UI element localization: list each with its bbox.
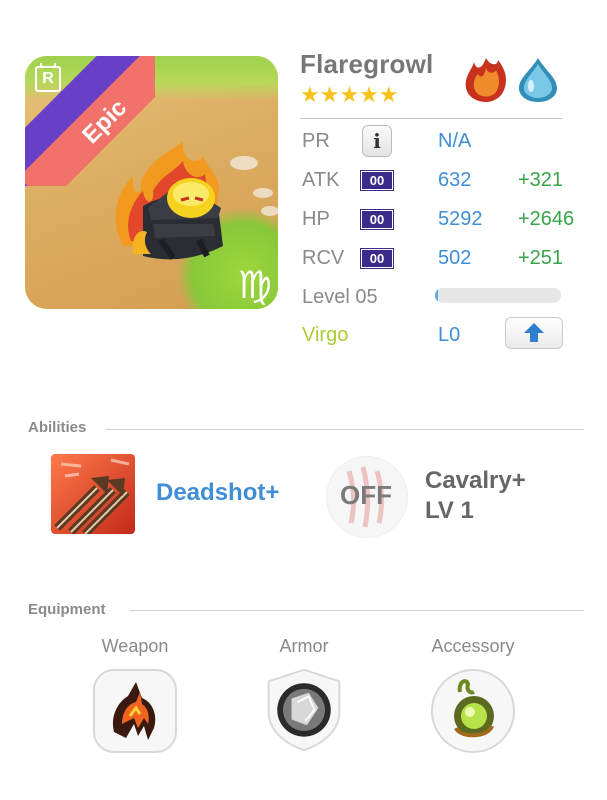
zodiac-level-value: L0	[438, 324, 461, 346]
rock	[253, 188, 273, 198]
rcv-label: RCV	[302, 247, 345, 269]
water-element-icon	[519, 58, 557, 102]
abilities-divider	[106, 429, 584, 430]
atk-label: ATK	[302, 169, 340, 191]
rarity-ribbon: Epic R	[25, 56, 155, 186]
atk-bonus: +321	[518, 169, 564, 191]
level-progress-bar	[435, 288, 561, 303]
armor-slot[interactable]	[261, 666, 347, 752]
accessory-slot[interactable]	[430, 668, 516, 754]
creature-portrait[interactable]: Epic R ♍	[25, 56, 278, 309]
level-label: Level 05	[302, 286, 378, 308]
abilities-title: Abilities	[28, 419, 87, 436]
cavalry-status-off: OFF	[340, 480, 392, 510]
pr-value: N/A	[438, 130, 472, 152]
armor-label: Armor	[279, 636, 329, 656]
crystal-shield-icon	[277, 683, 331, 737]
rock	[261, 206, 278, 216]
hp-label: HP	[302, 208, 330, 230]
star-rating: ★★★★★	[300, 82, 399, 107]
hp-value: 5292	[438, 208, 483, 230]
deadshot-ability-icon[interactable]	[51, 454, 135, 534]
weapon-label: Weapon	[101, 636, 169, 656]
header-divider	[300, 118, 562, 119]
zodiac-upgrade-button[interactable]	[505, 317, 563, 349]
rcv-value: 502	[438, 247, 472, 269]
equipment-divider	[130, 610, 584, 611]
equipment-title: Equipment	[28, 601, 106, 618]
cavalry-name-line: Cavalry+	[425, 467, 526, 494]
fire-element-icon	[465, 58, 506, 102]
deadshot-ability-name: Deadshot+	[156, 479, 280, 506]
level-progress-fill	[435, 288, 438, 303]
virgo-symbol-icon: ♍	[237, 265, 272, 307]
pr-label: PR	[302, 130, 330, 152]
hp-bonus: +2646	[518, 208, 575, 230]
pr-info-button[interactable]: i	[362, 125, 392, 157]
arrow-up-icon	[524, 323, 544, 342]
deadshot-arrows-icon	[51, 454, 135, 534]
atk-plus-badge: 00	[361, 171, 393, 190]
atk-value: 632	[438, 169, 472, 191]
rcv-bonus: +251	[518, 247, 564, 269]
creature-name: Flaregrowl	[300, 49, 434, 79]
cavalry-level-line: LV 1	[425, 497, 474, 524]
zodiac-label: Virgo	[302, 324, 349, 346]
accessory-label: Accessory	[431, 636, 515, 656]
cavalry-ability-name: Cavalry+ LV 1	[425, 466, 526, 526]
rcv-plus-badge: 00	[361, 249, 393, 268]
rarity-r-badge: R	[35, 63, 61, 92]
weapon-slot[interactable]	[92, 668, 178, 754]
hp-plus-badge: 00	[361, 210, 393, 229]
